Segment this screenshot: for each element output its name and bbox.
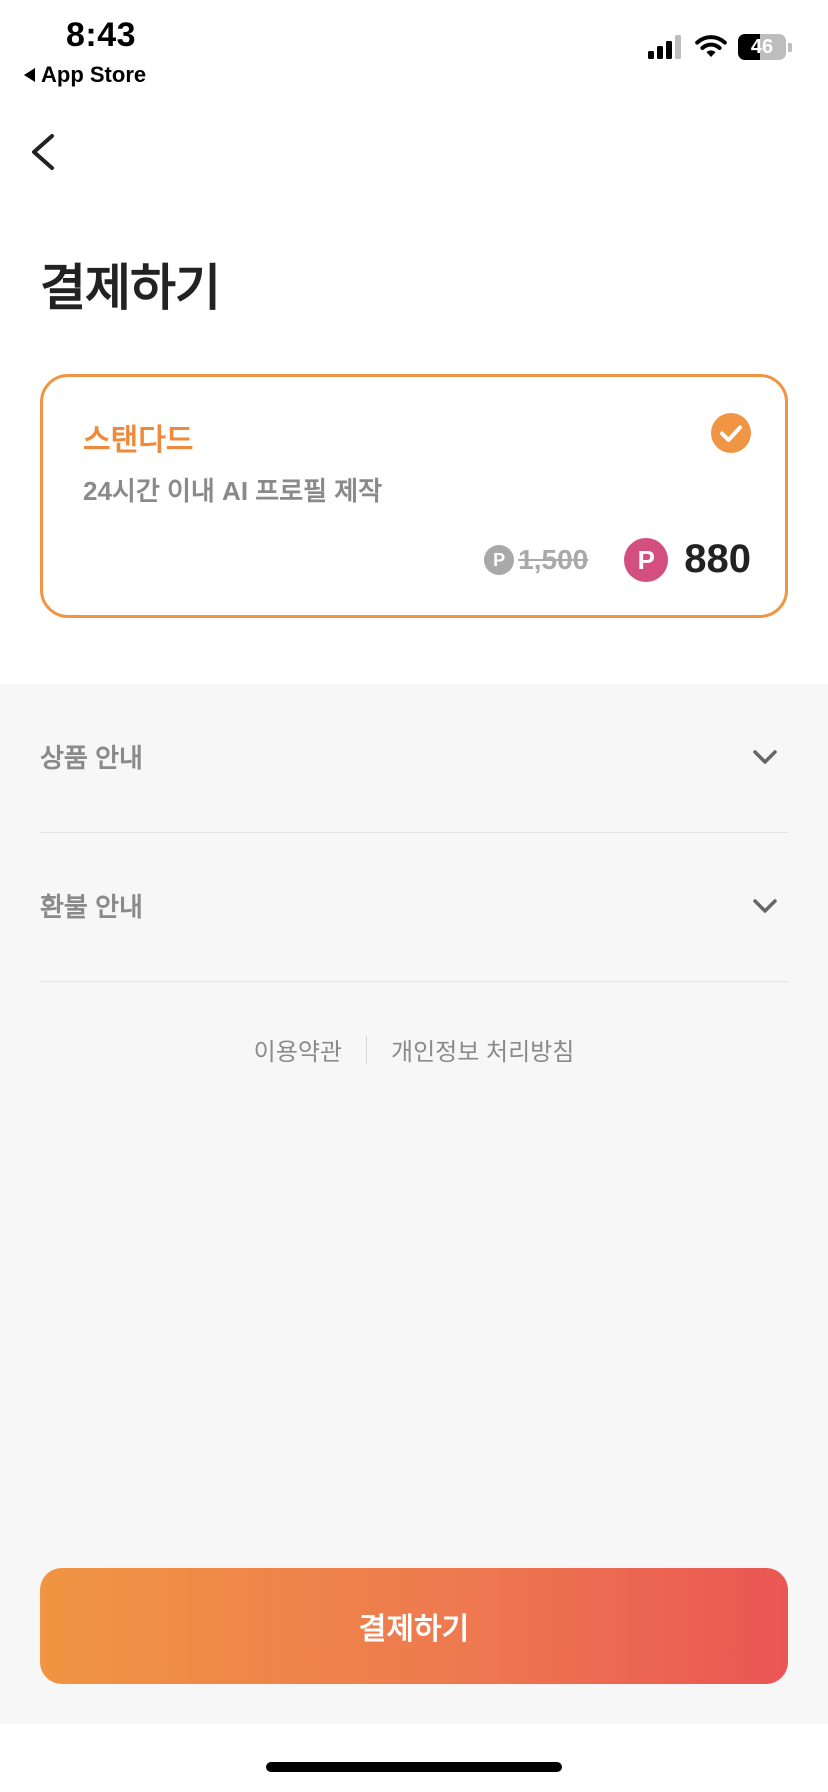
check-circle-icon	[711, 413, 751, 453]
price-row: P 1,500 P 880	[484, 537, 751, 582]
status-indicators: 46	[648, 34, 792, 60]
battery-percent: 46	[750, 36, 774, 58]
pay-button[interactable]: 결제하기	[40, 1568, 788, 1684]
privacy-policy-link[interactable]: 개인정보 처리방침	[391, 1032, 574, 1067]
chevron-left-icon	[32, 134, 54, 170]
home-indicator	[266, 1762, 562, 1772]
chevron-down-icon	[753, 899, 777, 913]
plan-name: 스탠다드	[83, 424, 194, 457]
wifi-icon	[695, 35, 727, 57]
terms-link[interactable]: 이용약관	[254, 1032, 342, 1067]
original-price: 1,500	[518, 543, 589, 575]
battery-icon: 46	[738, 34, 786, 60]
back-to-app-link[interactable]: App Store	[24, 62, 146, 88]
discount-price: 880	[684, 537, 751, 581]
accordion-product-info[interactable]: 상품 안내	[40, 684, 788, 833]
signal-icon	[648, 35, 681, 59]
battery-nub	[788, 42, 792, 52]
footer-links: 이용약관 개인정보 처리방침	[0, 1032, 828, 1067]
back-app-label: App Store	[41, 62, 147, 87]
point-icon: P	[624, 537, 669, 582]
chevron-down-icon	[753, 750, 777, 764]
back-button[interactable]	[26, 126, 66, 178]
product-card[interactable]: 스탠다드 24시간 이내 AI 프로필 제작 P 1,500 P 880	[40, 374, 788, 618]
back-triangle-icon	[24, 68, 35, 82]
accordion-refund-info[interactable]: 환불 안내	[40, 833, 788, 982]
accordion-label: 환불 안내	[40, 892, 143, 922]
accordion-label: 상품 안내	[40, 743, 143, 773]
plan-description: 24시간 이내 AI 프로필 제작	[83, 476, 383, 506]
link-divider	[366, 1035, 367, 1064]
page-title: 결제하기	[40, 260, 221, 316]
point-icon: P	[484, 544, 515, 575]
status-time: 8:43	[66, 16, 137, 54]
